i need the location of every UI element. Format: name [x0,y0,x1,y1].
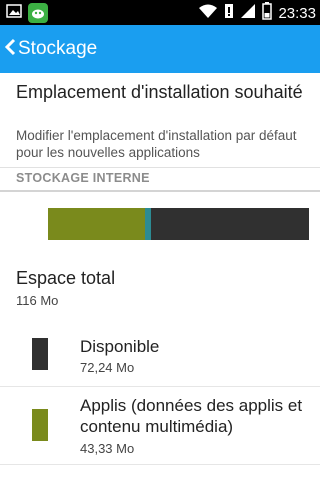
sim-icon [224,3,234,24]
install-location-title: Emplacement d'installation souhaité [16,82,303,102]
usage-segment-disponible [151,208,309,240]
storage-item-available[interactable]: Disponible 72,24 Mo [0,322,320,386]
back-button[interactable] [2,25,18,73]
usage-segment-applis [48,208,146,240]
app-bar: Stockage [0,25,320,73]
wifi-icon [198,3,218,24]
available-value: 72,24 Mo [80,360,135,375]
total-space-title: Espace total [16,268,116,288]
available-color-swatch [32,338,48,370]
storage-usage-bar [48,208,309,240]
apps-title: Applis (données des applis et contenu mu… [80,396,303,436]
apps-value: 43,33 Mo [80,441,135,456]
section-label: STOCKAGE INTERNE [16,171,150,185]
available-title: Disponible [80,337,160,356]
install-location-setting[interactable]: Emplacement d'installation souhaité Modi… [0,73,320,168]
status-bar: 23:33 [0,0,320,25]
install-location-subtitle: Modifier l'emplacement d'installation pa… [16,128,297,160]
battery-icon [262,2,273,25]
apps-color-swatch [32,409,48,441]
chevron-left-icon [4,38,16,61]
section-header-internal-storage: STOCKAGE INTERNE [0,168,320,192]
page-title: Stockage [18,38,98,59]
status-time: 23:33 [278,5,316,22]
storage-item-apps[interactable]: Applis (données des applis et contenu mu… [0,387,320,465]
divider [0,464,320,465]
total-space-value: 116 Mo [16,293,59,308]
signal-icon [240,3,256,24]
total-space: Espace total 116 Mo [16,268,115,308]
